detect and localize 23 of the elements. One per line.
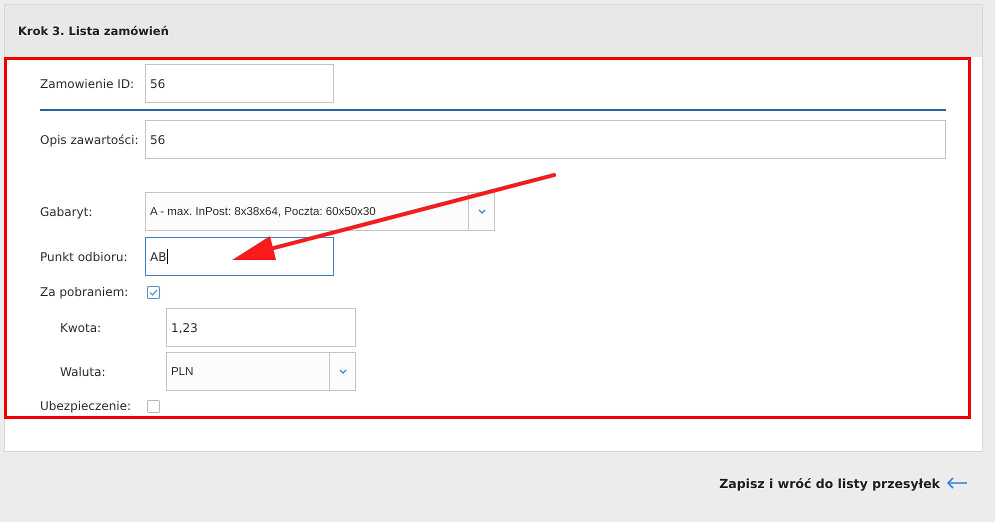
checkbox[interactable] — [147, 400, 160, 412]
field-label: Waluta: — [60, 364, 106, 378]
checkbox[interactable] — [147, 286, 160, 298]
input-field[interactable]: 56 — [145, 120, 946, 159]
save-and-return-link[interactable]: Zapisz i wróć do listy przesyłek — [719, 476, 968, 490]
chevron-down-icon — [478, 209, 486, 214]
text-cursor — [167, 249, 168, 264]
field-label: Opis zawartości: — [40, 132, 140, 146]
input-field[interactable]: AB — [145, 237, 334, 276]
field-label: Ubezpieczenie: — [40, 399, 132, 413]
input-field[interactable]: 56 — [145, 64, 334, 103]
check-icon — [149, 288, 158, 296]
step-title: Krok 3. Lista zamówień — [18, 24, 169, 38]
chevron-down-icon — [338, 369, 346, 374]
input-field[interactable]: 1,23 — [166, 308, 356, 347]
field-label: Za pobraniem: — [40, 285, 130, 299]
field-label: Punkt odbioru: — [40, 250, 129, 264]
field-label: Zamowienie ID: — [40, 76, 136, 90]
select-field[interactable]: PLN — [166, 352, 356, 391]
arrow-left-icon — [946, 477, 968, 489]
select-field[interactable]: A - max. InPost: 8x38x64, Poczta: 60x50x30 — [145, 192, 495, 231]
field-label: Kwota: — [60, 320, 102, 334]
field-label: Gabaryt: — [40, 204, 94, 218]
